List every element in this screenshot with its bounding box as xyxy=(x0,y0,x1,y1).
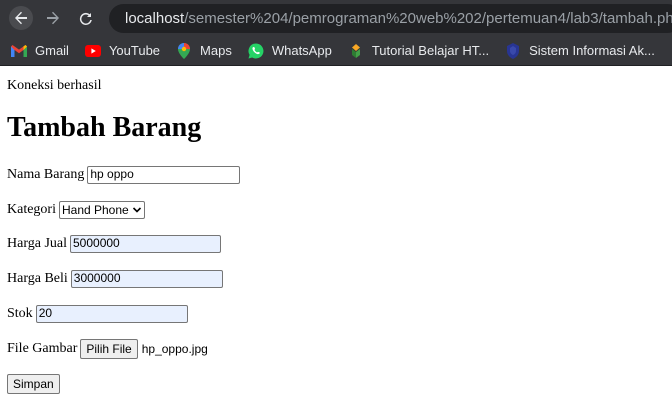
simpan-button[interactable]: Simpan xyxy=(7,374,60,394)
submit-row: Simpan xyxy=(7,374,60,394)
bookmark-label: Sistem Informasi Ak... xyxy=(529,43,655,58)
bookmark-tutorial[interactable]: Tutorial Belajar HT... xyxy=(348,43,489,59)
kategori-label: Kategori xyxy=(7,202,56,217)
back-button[interactable] xyxy=(9,6,33,30)
bookmark-label: Tutorial Belajar HT... xyxy=(371,43,490,58)
bookmark-label: Maps xyxy=(200,43,232,58)
stok-label: Stok xyxy=(7,306,33,321)
kategori-row: Kategori Hand Phone xyxy=(7,201,145,219)
chevron-down-icon xyxy=(132,207,141,213)
harga-beli-input[interactable]: 3000000 xyxy=(70,270,223,288)
bookmark-label: WhatsApp xyxy=(271,43,332,58)
bookmark-gmail[interactable]: Gmail xyxy=(11,43,69,59)
harga-beli-row: Harga Beli 3000000 xyxy=(7,270,223,288)
kategori-selected: Hand Phone xyxy=(61,203,129,217)
stok-input[interactable]: 20 xyxy=(35,305,188,323)
arrow-left-icon xyxy=(15,11,27,25)
bookmarks-bar: Gmail YouTube Maps WhatsApp Tutorial Bel… xyxy=(0,36,672,66)
whatsapp-icon xyxy=(248,43,264,59)
gmail-icon xyxy=(11,43,27,59)
youtube-icon xyxy=(84,43,101,59)
browser-toolbar: localhost/semester%204/pemrograman%20web… xyxy=(0,0,672,36)
url-path: /semester%204/pemrograman%20web%202/pert… xyxy=(184,10,672,27)
address-bar[interactable]: localhost/semester%204/pemrograman%20web… xyxy=(109,4,672,33)
bookmark-maps[interactable]: Maps xyxy=(176,42,232,59)
nama-barang-row: Nama Barang hp oppo xyxy=(7,166,241,184)
bookmark-sistem-informasi[interactable]: Sistem Informasi Ak... xyxy=(505,42,655,59)
forward-button[interactable] xyxy=(41,6,65,30)
harga-jual-input[interactable]: 5000000 xyxy=(70,235,221,253)
kategori-select[interactable]: Hand Phone xyxy=(58,201,145,219)
bookmark-whatsapp[interactable]: WhatsApp xyxy=(248,43,332,59)
bookmark-youtube[interactable]: YouTube xyxy=(84,43,161,59)
bookmark-label: YouTube xyxy=(108,43,161,58)
reload-button[interactable] xyxy=(74,6,98,30)
bookmark-label: Gmail xyxy=(35,43,69,58)
page-title: Tambah Barang xyxy=(7,112,202,143)
harga-jual-label: Harga Jual xyxy=(7,236,67,251)
sistem-informasi-icon xyxy=(505,42,521,59)
maps-icon xyxy=(176,42,192,59)
selected-filename: hp_oppo.jpg xyxy=(141,342,208,356)
reload-icon xyxy=(79,12,92,25)
nama-barang-input[interactable]: hp oppo xyxy=(87,166,241,184)
tutorial-icon xyxy=(348,43,364,59)
harga-beli-label: Harga Beli xyxy=(7,271,68,286)
nama-barang-label: Nama Barang xyxy=(7,167,85,182)
file-gambar-label: File Gambar xyxy=(7,341,78,356)
file-gambar-row: File Gambar Pilih File hp_oppo.jpg xyxy=(7,339,208,359)
connection-status: Koneksi berhasil xyxy=(7,78,102,93)
harga-jual-row: Harga Jual 5000000 xyxy=(7,235,221,253)
arrow-right-icon xyxy=(47,11,59,25)
choose-file-button[interactable]: Pilih File xyxy=(80,339,138,359)
stok-row: Stok 20 xyxy=(7,305,188,323)
url-host: localhost xyxy=(125,10,185,27)
